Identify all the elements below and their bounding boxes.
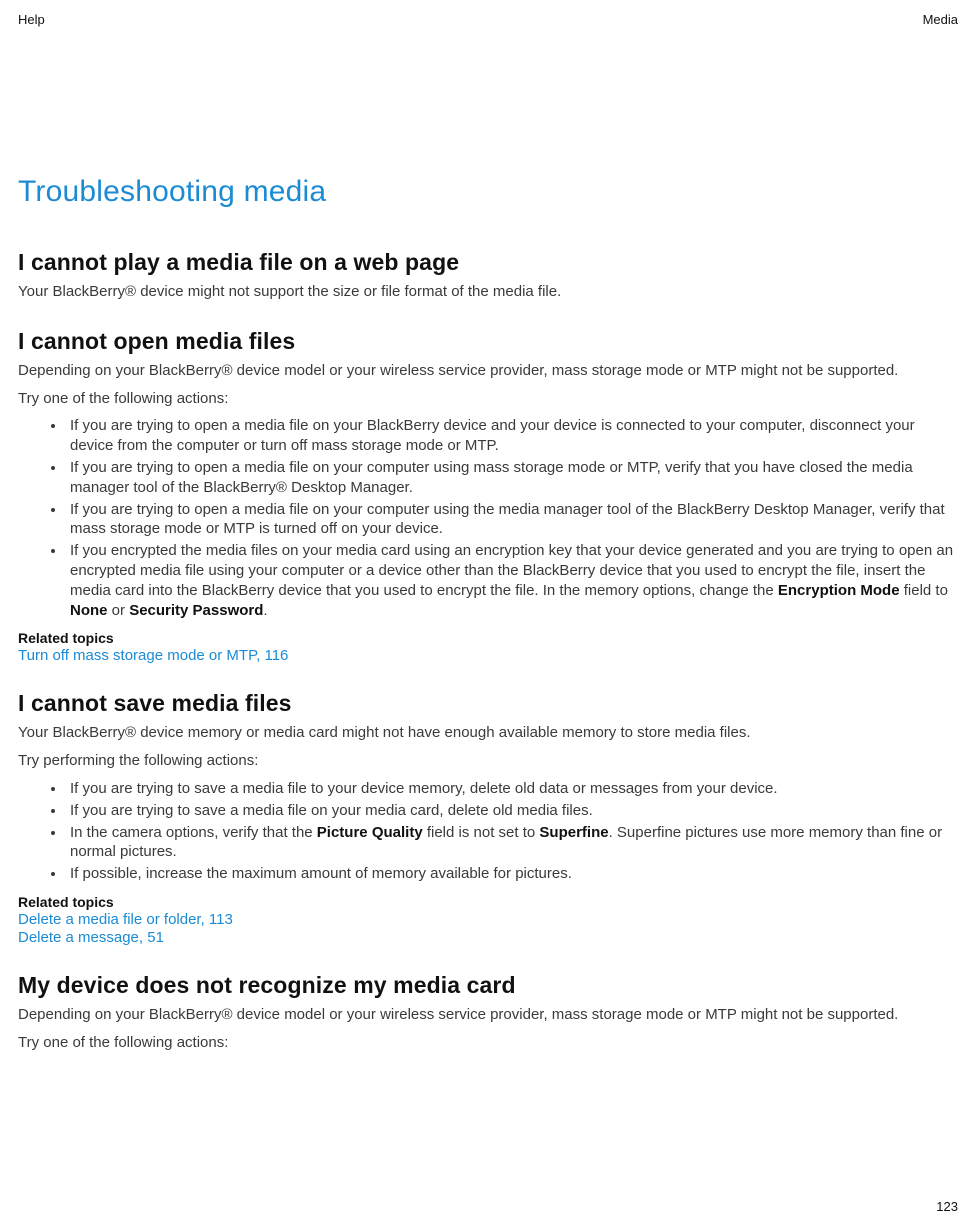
emphasis-picture-quality: Picture Quality (317, 824, 423, 841)
list-item: If you are trying to open a media file o… (66, 416, 958, 456)
list-item: If you are trying to save a media file t… (66, 779, 958, 799)
body-text: Try one of the following actions: (18, 1033, 958, 1053)
related-link-delete-message[interactable]: Delete a message, 51 (18, 929, 164, 946)
list-item: If you are trying to save a media file o… (66, 801, 958, 821)
list-item-text: In the camera options, verify that the (70, 824, 317, 841)
body-text: Depending on your BlackBerry® device mod… (18, 1005, 958, 1025)
list-item: If you encrypted the media files on your… (66, 541, 958, 620)
list-item-text: field is not set to (423, 824, 540, 841)
emphasis-security-password: Security Password (129, 602, 263, 619)
list-item: In the camera options, verify that the P… (66, 823, 958, 863)
page-title: Troubleshooting media (18, 175, 958, 209)
page-container: Help Media Troubleshooting media I canno… (0, 0, 976, 1053)
list-item-text: field to (900, 582, 948, 599)
body-text: Try one of the following actions: (18, 389, 958, 409)
header-left: Help (18, 12, 45, 27)
list-item: If possible, increase the maximum amount… (66, 864, 958, 884)
related-link-mass-storage[interactable]: Turn off mass storage mode or MTP, 116 (18, 647, 288, 664)
bullet-list: If you are trying to save a media file t… (18, 779, 958, 884)
related-link-delete-media[interactable]: Delete a media file or folder, 113 (18, 911, 233, 928)
related-topics-label: Related topics (18, 630, 958, 646)
section-heading-cannot-play: I cannot play a media file on a web page (18, 249, 958, 276)
related-topics-label: Related topics (18, 894, 958, 910)
body-text: Your BlackBerry® device might not suppor… (18, 282, 958, 302)
header-right: Media (923, 12, 958, 27)
emphasis-superfine: Superfine (539, 824, 608, 841)
list-item: If you are trying to open a media file o… (66, 458, 958, 498)
body-text: Your BlackBerry® device memory or media … (18, 723, 958, 743)
list-item-text: or (108, 602, 130, 619)
body-text: Try performing the following actions: (18, 751, 958, 771)
emphasis-encryption-mode: Encryption Mode (778, 582, 900, 599)
list-item: If you are trying to open a media file o… (66, 500, 958, 540)
emphasis-none: None (70, 602, 108, 619)
bullet-list: If you are trying to open a media file o… (18, 416, 958, 620)
page-number: 123 (936, 1199, 958, 1214)
section-heading-media-card: My device does not recognize my media ca… (18, 972, 958, 999)
list-item-text: . (263, 602, 267, 619)
page-header: Help Media (18, 12, 958, 27)
section-heading-cannot-open: I cannot open media files (18, 328, 958, 355)
body-text: Depending on your BlackBerry® device mod… (18, 361, 958, 381)
section-heading-cannot-save: I cannot save media files (18, 690, 958, 717)
